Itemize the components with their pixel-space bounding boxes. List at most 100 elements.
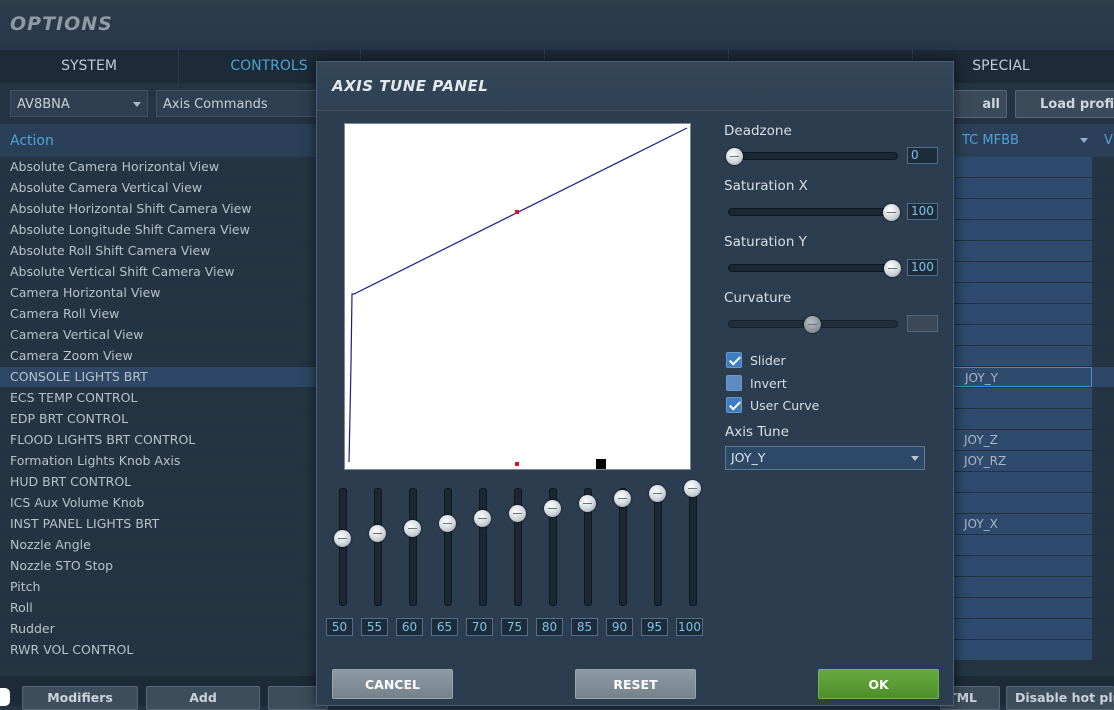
binding-cell[interactable]: JOY_Y [952, 367, 1092, 387]
saturation-x-slider[interactable] [728, 208, 898, 216]
binding-cell[interactable] [952, 325, 1092, 345]
curve-point-value[interactable]: 95 [641, 618, 668, 636]
category-select[interactable]: Axis Commands [156, 90, 326, 117]
curve-point-knob[interactable] [334, 530, 351, 547]
current-position-marker [515, 210, 519, 214]
user-curve-checkbox-label: User Curve [750, 398, 820, 413]
disable-hotplug-button[interactable]: Disable hot plug [1006, 686, 1114, 710]
curve-point-slider[interactable] [689, 488, 697, 606]
deadzone-knob[interactable] [726, 148, 743, 165]
binding-cell[interactable] [952, 241, 1092, 261]
curve-point-knob[interactable] [509, 505, 526, 522]
curve-point-value[interactable]: 80 [536, 618, 563, 636]
curve-point-value[interactable]: 100 [676, 618, 703, 636]
curve-point-knob[interactable] [684, 480, 701, 497]
curve-point-slider[interactable] [339, 488, 347, 606]
clear-all-label: all [982, 97, 1000, 112]
add-button[interactable]: Add [146, 686, 260, 710]
binding-cell[interactable] [952, 535, 1092, 555]
action-name: Absolute Vertical Shift Camera View [10, 264, 235, 279]
binding-cell[interactable]: JOY_X [952, 514, 1092, 534]
curve-point-slider[interactable] [374, 488, 382, 606]
curve-point-knob[interactable] [474, 510, 491, 527]
tab-system[interactable]: SYSTEM [0, 50, 179, 83]
binding-cell[interactable] [952, 619, 1092, 639]
cancel-button[interactable]: CANCEL [332, 669, 453, 699]
binding-cell[interactable] [952, 199, 1092, 219]
binding-cell[interactable]: JOY_RZ [952, 451, 1092, 471]
binding-cell[interactable] [952, 388, 1092, 408]
action-column-header[interactable]: Action [10, 133, 54, 149]
binding-cell[interactable] [952, 640, 1092, 660]
curve-point-value[interactable]: 90 [606, 618, 633, 636]
reset-button[interactable]: RESET [575, 669, 696, 699]
device-column-header-edge[interactable]: V [1104, 133, 1113, 148]
curve-point-knob[interactable] [614, 490, 631, 507]
curve-point-value[interactable]: 65 [431, 618, 458, 636]
input-marker [515, 462, 519, 466]
binding-cell[interactable] [952, 262, 1092, 282]
device-column-header[interactable]: TC MFBB [962, 133, 1019, 148]
saturation-y-slider[interactable] [728, 264, 898, 272]
scroll-handle[interactable] [0, 688, 10, 706]
curve-plot [348, 127, 688, 469]
binding-cell[interactable] [952, 472, 1092, 492]
saturation-y-knob[interactable] [884, 260, 901, 277]
action-name: CONSOLE LIGHTS BRT [10, 369, 148, 384]
binding-cell[interactable] [952, 556, 1092, 576]
chevron-down-icon [133, 102, 141, 107]
action-name: HUD BRT CONTROL [10, 474, 132, 489]
binding-cell[interactable]: JOY_Z [952, 430, 1092, 450]
curve-point-knob[interactable] [439, 515, 456, 532]
deadzone-slider[interactable] [728, 152, 898, 160]
curve-point-knob[interactable] [404, 520, 421, 537]
binding-cell[interactable] [952, 577, 1092, 597]
saturation-y-value[interactable]: 100 [907, 259, 938, 276]
curve-point-slider[interactable] [444, 488, 452, 606]
deadzone-label: Deadzone [724, 123, 792, 139]
curve-point-slider[interactable] [409, 488, 417, 606]
binding-cell[interactable] [952, 157, 1092, 177]
user-curve-checkbox[interactable] [726, 397, 742, 413]
curve-point-knob[interactable] [649, 485, 666, 502]
action-name: EDP BRT CONTROL [10, 411, 129, 426]
binding-cell[interactable] [952, 346, 1092, 366]
response-curve-line [348, 127, 688, 463]
binding-cell[interactable] [952, 598, 1092, 618]
slider-checkbox[interactable] [726, 352, 742, 368]
chevron-down-icon [911, 456, 919, 461]
curvature-knob[interactable] [804, 316, 821, 333]
curve-point-knob[interactable] [579, 495, 596, 512]
curve-point-value[interactable]: 85 [571, 618, 598, 636]
aircraft-select[interactable]: AV8BNA [10, 90, 148, 117]
curve-point-slider[interactable] [654, 488, 662, 606]
curve-point-value[interactable]: 70 [466, 618, 493, 636]
modifiers-button[interactable]: Modifiers [22, 686, 138, 710]
curve-point-value[interactable]: 55 [361, 618, 388, 636]
invert-checkbox[interactable] [726, 375, 742, 391]
action-name: ECS TEMP CONTROL [10, 390, 138, 405]
options-title: OPTIONS [10, 13, 113, 35]
binding-cell[interactable] [952, 178, 1092, 198]
curve-point-knob[interactable] [544, 500, 561, 517]
binding-cell[interactable] [952, 493, 1092, 513]
curve-point-slider[interactable] [479, 488, 487, 606]
curve-point-knob[interactable] [369, 525, 386, 542]
ok-button[interactable]: OK [818, 669, 939, 699]
binding-cell[interactable] [952, 409, 1092, 429]
binding-cell[interactable] [952, 283, 1092, 303]
curve-point-value[interactable]: 50 [326, 618, 353, 636]
curve-point-value[interactable]: 60 [396, 618, 423, 636]
load-profile-button[interactable]: Load profile [1015, 90, 1114, 118]
curvature-value[interactable] [907, 315, 938, 332]
chevron-down-icon[interactable] [1080, 138, 1088, 143]
saturation-x-knob[interactable] [883, 204, 900, 221]
curve-point-value[interactable]: 75 [501, 618, 528, 636]
reset-label: RESET [613, 677, 658, 692]
saturation-x-value[interactable]: 100 [907, 203, 938, 220]
deadzone-value[interactable]: 0 [907, 147, 938, 164]
binding-cell[interactable] [952, 220, 1092, 240]
binding-cell[interactable] [952, 304, 1092, 324]
action-name: Camera Zoom View [10, 348, 133, 363]
axis-tune-select[interactable]: JOY_Y [725, 446, 925, 470]
